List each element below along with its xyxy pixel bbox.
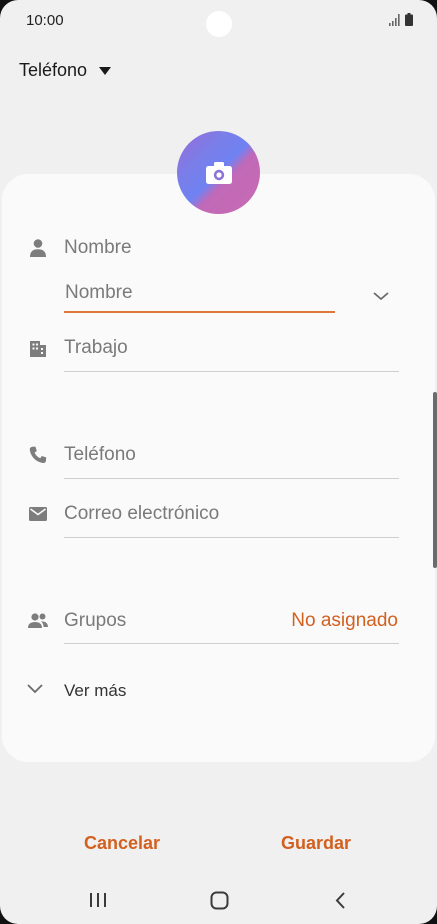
phone-underline [64,478,399,479]
home-icon[interactable] [210,891,229,910]
phone-screen: 10:00 Teléfono Nombre Nombre Trabajo Tel… [0,0,437,924]
email-input[interactable]: Correo electrónico [64,496,400,538]
groups-underline [64,643,399,644]
add-photo-button[interactable] [177,131,260,214]
email-icon [29,507,47,521]
see-more-chevron-down-icon [27,684,43,694]
groups-label: Grupos [64,610,127,631]
recents-icon[interactable] [89,892,107,908]
status-bar: 10:00 [0,0,437,44]
navigation-bar [0,880,437,924]
account-label: Teléfono [19,60,88,80]
dropdown-triangle-icon [99,66,112,75]
scrollbar[interactable] [433,392,437,568]
email-label: Correo electrónico [64,503,220,524]
see-more-button[interactable]: Ver más [64,681,126,701]
signal-icon [389,14,400,26]
camera-icon [205,161,232,184]
front-camera [206,11,232,37]
work-label: Trabajo [64,337,128,358]
back-icon[interactable] [334,891,346,910]
person-icon [30,239,46,257]
name-input-underline [64,311,335,313]
name-input[interactable]: Nombre [64,276,336,314]
save-button[interactable]: Guardar [281,833,351,854]
cancel-button[interactable]: Cancelar [84,833,160,854]
name-section-label: Nombre [64,237,132,258]
email-underline [64,537,399,538]
status-icons [389,13,413,26]
phone-input[interactable]: Teléfono [64,437,400,479]
status-time: 10:00 [26,12,64,29]
name-input-placeholder: Nombre [65,282,133,303]
building-icon [30,341,46,357]
work-underline [64,371,399,372]
account-selector[interactable]: Teléfono [19,60,112,81]
work-input[interactable]: Trabajo [64,330,400,372]
battery-icon [405,13,413,26]
groups-value: No asignado [291,610,398,631]
group-icon [28,613,48,628]
expand-name-chevron-down-icon[interactable] [372,290,390,302]
phone-icon [29,446,47,464]
phone-label: Teléfono [64,444,136,465]
